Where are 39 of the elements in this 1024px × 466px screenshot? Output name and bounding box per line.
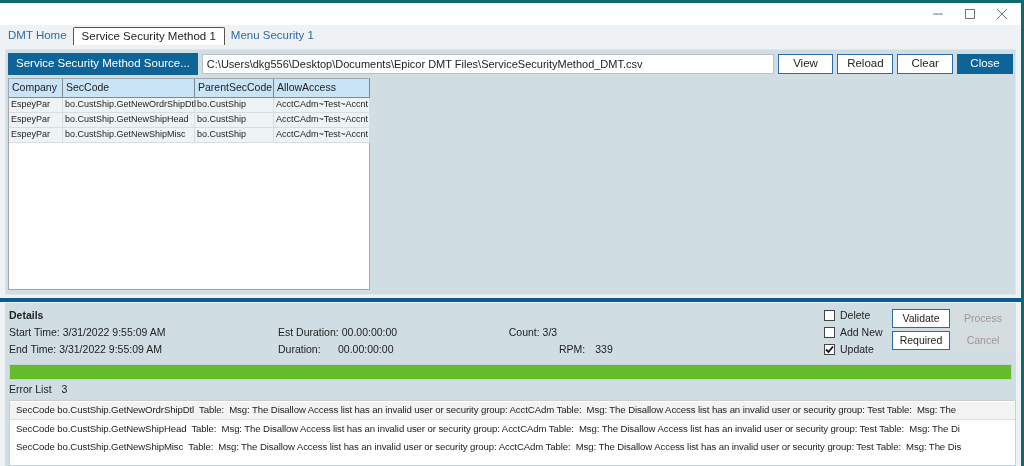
- tab[interactable]: DMT Home: [6, 27, 69, 45]
- table-cell: AcctCAdm~Test~Accnt: [274, 128, 370, 143]
- toolbar-button[interactable]: Clear: [897, 54, 954, 74]
- source-button[interactable]: Service Security Method Source...: [8, 53, 198, 75]
- option-label: Update: [840, 341, 874, 357]
- action-button[interactable]: Required: [892, 331, 950, 350]
- checkbox[interactable]: [824, 327, 835, 338]
- error-list-label: Error List: [9, 382, 52, 398]
- duration-value: 00.00:00:00: [338, 341, 395, 357]
- maximize-icon[interactable]: [965, 9, 975, 19]
- est-duration-value: 00.00:00:00: [341, 324, 399, 340]
- checkbox[interactable]: [824, 344, 835, 355]
- toolbar-button[interactable]: View: [777, 54, 834, 74]
- error-row[interactable]: SecCode bo.CustShip.GetNewShipHead Table: Msg: The Disallow Access list has an invalid user or security group: AcctCAdm Table: Msg: The Disallow Access list has an invalid user or security group: Test Table: Msg: The Di: [10, 420, 1015, 438]
- toolbar-button[interactable]: Close: [957, 54, 1013, 74]
- tab[interactable]: Service Security Method 1: [72, 27, 225, 45]
- error-row[interactable]: SecCode bo.CustShip.GetNewOrdrShipDtl Table: Msg: The Disallow Access list has an invalid user or security group: AcctCAdm Table: Msg: The Disallow Access list has an invalid user or security group: Test Table: Msg: The: [10, 402, 1015, 420]
- table-cell: bo.CustShip: [195, 128, 274, 143]
- rpm-value: 339: [595, 341, 613, 357]
- est-duration-label: Est Duration:: [278, 324, 339, 340]
- start-time: Start Time: 3/31/2022 9:55:09 AM: [9, 324, 167, 340]
- duration-label: Duration:: [278, 341, 322, 357]
- toolbar-button[interactable]: Reload: [837, 54, 894, 74]
- count: Count: 3/3: [508, 324, 558, 340]
- details-title: Details: [9, 307, 45, 323]
- error-row[interactable]: SecCode bo.CustShip.GetNewShipMisc Table: Msg: The Disallow Access list has an invalid user or security group: AcctCAdm Table: Msg: The Disallow Access list has an invalid user or security group: Test Table: Msg: The Dis: [10, 438, 1015, 456]
- table-cell: bo.CustShip.GetNewShipMisc: [63, 128, 195, 143]
- check-icon: [825, 345, 834, 354]
- rpm-label: RPM:: [559, 341, 586, 357]
- action-button[interactable]: Validate: [892, 309, 950, 328]
- close-icon[interactable]: [997, 9, 1007, 19]
- table-cell: EspeyPar: [9, 128, 63, 143]
- file-path-field[interactable]: C:\Users\dkg556\Desktop\Documents\Epicor DMT Files\ServiceSecurityMethod_DMT.csv: [201, 54, 774, 74]
- checkbox[interactable]: [824, 310, 835, 321]
- error-count: 3: [61, 382, 68, 398]
- tab[interactable]: Menu Security 1: [228, 27, 316, 45]
- option-label: Delete: [840, 307, 871, 323]
- end-time: End Time: 3/31/2022 9:55:09 AM: [9, 341, 163, 357]
- option-label: Add New: [840, 324, 883, 340]
